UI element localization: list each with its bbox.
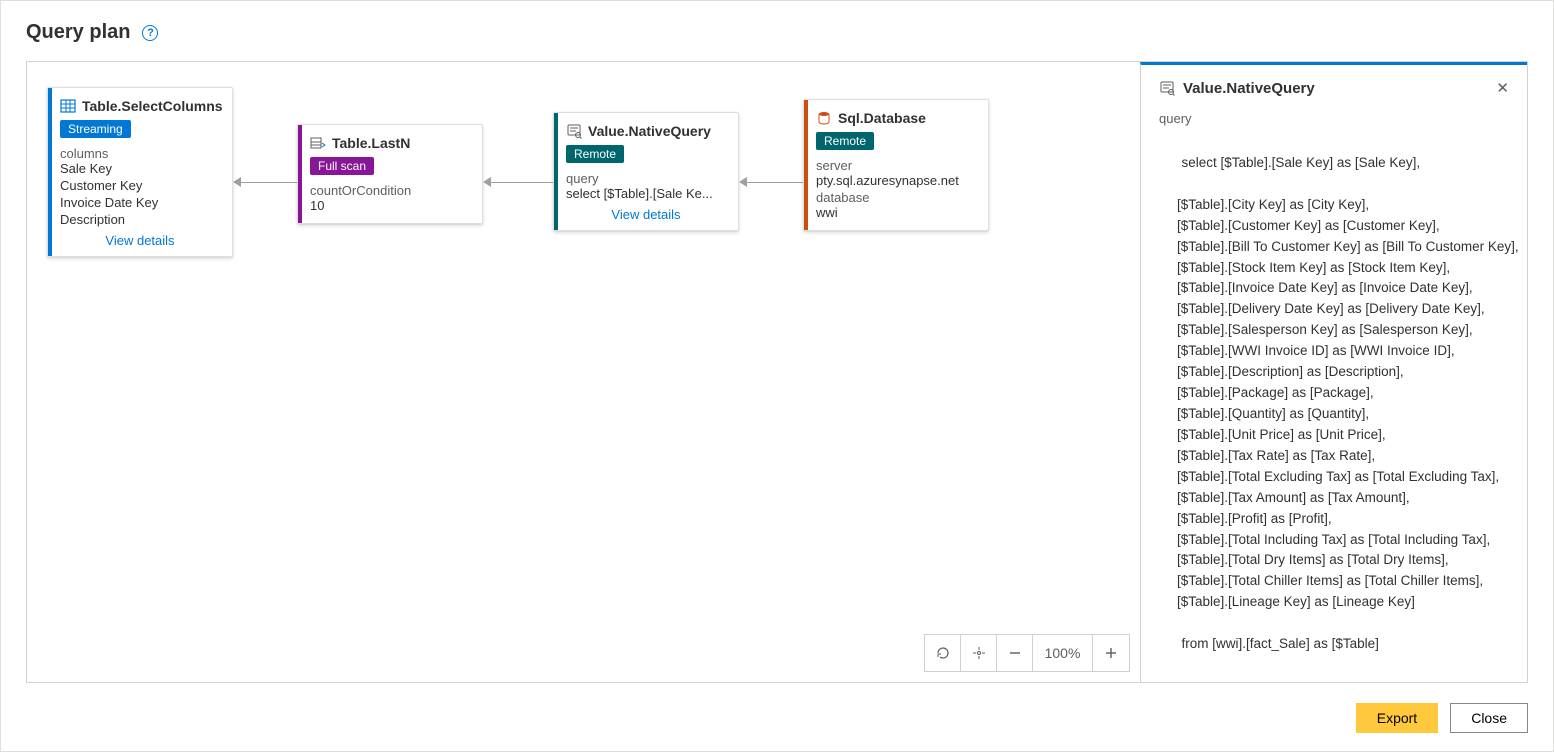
col-value: Description	[60, 212, 220, 227]
edge	[741, 182, 803, 183]
edge	[485, 182, 553, 183]
query-plan-canvas[interactable]: Table.SelectColumns Streaming columns Sa…	[27, 62, 1140, 682]
detail-panel-title: Value.NativeQuery	[1183, 80, 1315, 97]
sql-line: [$Table].[Invoice Date Key] as [Invoice …	[1159, 278, 1509, 299]
sql-line: [$Table].[Stock Item Key] as [Stock Item…	[1159, 258, 1509, 279]
view-details-link[interactable]: View details	[60, 233, 220, 248]
node-title-text: Sql.Database	[838, 110, 926, 126]
sql-line: [$Table].[WWI Invoice ID] as [WWI Invoic…	[1159, 341, 1509, 362]
node-accent	[48, 88, 52, 256]
prop-value: select [$Table].[Sale Ke...	[566, 186, 726, 201]
sql-line: [$Table].[Customer Key] as [Customer Key…	[1159, 216, 1509, 237]
node-title-text: Table.SelectColumns	[82, 98, 223, 114]
prop-label: database	[816, 190, 976, 205]
sql-line: [$Table].[Lineage Key] as [Lineage Key]	[1159, 592, 1509, 613]
edge-arrow-icon	[483, 177, 491, 187]
node-accent	[804, 100, 808, 230]
sql-line: [$Table].[Unit Price] as [Unit Price],	[1159, 425, 1509, 446]
sql-line: [$Table].[Tax Amount] as [Tax Amount],	[1159, 488, 1509, 509]
edge	[235, 182, 297, 183]
canvas-frame: Table.SelectColumns Streaming columns Sa…	[26, 61, 1528, 683]
prop-label: columns	[60, 146, 220, 161]
detail-panel: Value.NativeQuery ✕ query select [$Table…	[1140, 62, 1527, 682]
zoom-percent: 100%	[1033, 635, 1093, 671]
badge-remote: Remote	[566, 145, 624, 163]
prop-label: countOrCondition	[310, 183, 470, 198]
node-sql-database[interactable]: Sql.Database Remote server pty.sql.azure…	[803, 99, 989, 231]
col-value: Customer Key	[60, 178, 220, 193]
export-button[interactable]: Export	[1356, 703, 1438, 733]
sql-line: [$Table].[Bill To Customer Key] as [Bill…	[1159, 237, 1509, 258]
zoom-in-button[interactable]	[1093, 635, 1129, 671]
close-button[interactable]: Close	[1450, 703, 1528, 733]
node-accent	[298, 125, 302, 223]
fit-view-button[interactable]	[961, 635, 997, 671]
sql-line: [$Table].[Total Chiller Items] as [Total…	[1159, 571, 1509, 592]
help-icon[interactable]: ?	[142, 25, 158, 41]
edge-arrow-icon	[233, 177, 241, 187]
col-value: Invoice Date Key	[60, 195, 220, 210]
prop-value: pty.sql.azuresynapse.net	[816, 173, 976, 188]
node-table-selectcolumns[interactable]: Table.SelectColumns Streaming columns Sa…	[47, 87, 233, 257]
node-title-text: Value.NativeQuery	[588, 123, 711, 139]
sql-line: [$Table].[Total Dry Items] as [Total Dry…	[1159, 550, 1509, 571]
sql-line: [$Table].[Total Including Tax] as [Total…	[1159, 530, 1509, 551]
node-table-lastn[interactable]: Table.LastN Full scan countOrCondition 1…	[297, 124, 483, 224]
detail-label: query	[1159, 111, 1509, 126]
node-value-nativequery[interactable]: Value.NativeQuery Remote query select [$…	[553, 112, 739, 231]
sql-line: select [$Table].[Sale Key] as [Sale Key]…	[1182, 155, 1421, 170]
sql-line: [$Table].[Quantity] as [Quantity],	[1159, 404, 1509, 425]
page-title: Query plan	[26, 21, 130, 44]
node-title-text: Table.LastN	[332, 135, 410, 151]
sql-line: [$Table].[Delivery Date Key] as [Deliver…	[1159, 299, 1509, 320]
edge-arrow-icon	[739, 177, 747, 187]
badge-remote: Remote	[816, 132, 874, 150]
close-icon[interactable]: ✕	[1496, 79, 1509, 97]
sql-text: select [$Table].[Sale Key] as [Sale Key]…	[1159, 132, 1509, 676]
sql-line: [$Table].[Total Excluding Tax] as [Total…	[1159, 467, 1509, 488]
reset-view-button[interactable]	[925, 635, 961, 671]
prop-value: 10	[310, 198, 470, 213]
sql-line: [$Table].[Tax Rate] as [Tax Rate],	[1159, 446, 1509, 467]
node-accent	[554, 113, 558, 230]
view-details-link[interactable]: View details	[566, 207, 726, 222]
badge-streaming: Streaming	[60, 120, 131, 138]
query-icon	[1159, 80, 1175, 96]
col-value: Sale Key	[60, 161, 220, 176]
sql-line: [$Table].[Package] as [Package],	[1159, 383, 1509, 404]
table-icon	[60, 98, 76, 114]
sql-line: [$Table].[Salesperson Key] as [Salespers…	[1159, 320, 1509, 341]
database-icon	[816, 110, 832, 126]
dialog-footer: Export Close	[1356, 703, 1528, 733]
prop-label: server	[816, 158, 976, 173]
prop-label: query	[566, 171, 726, 186]
sql-line: from [wwi].[fact_Sale] as [$Table]	[1182, 636, 1379, 651]
prop-value: wwi	[816, 205, 976, 220]
sql-line: [$Table].[Profit] as [Profit],	[1159, 509, 1509, 530]
sql-line: [$Table].[Description] as [Description],	[1159, 362, 1509, 383]
lastn-icon	[310, 135, 326, 151]
sql-line: [$Table].[City Key] as [City Key],	[1159, 195, 1509, 216]
dialog-header: Query plan ?	[1, 1, 1553, 54]
query-icon	[566, 123, 582, 139]
zoom-out-button[interactable]	[997, 635, 1033, 671]
zoom-toolbar: 100%	[924, 634, 1130, 672]
badge-fullscan: Full scan	[310, 157, 374, 175]
